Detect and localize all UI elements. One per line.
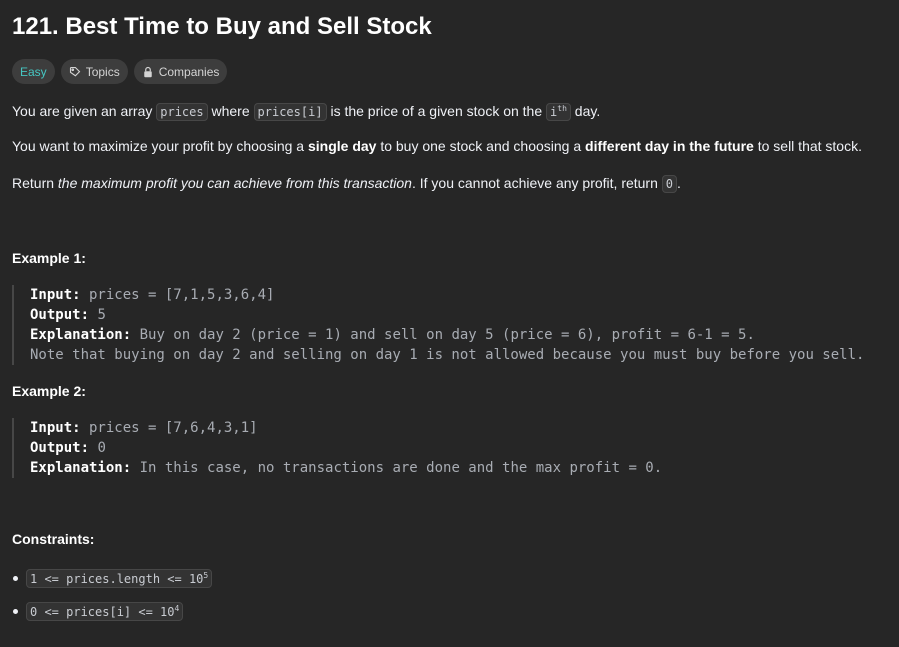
output-value: 5 <box>89 307 106 323</box>
explanation-value: In this case, no transactions are done a… <box>131 460 663 476</box>
explanation-label: Explanation: <box>30 460 132 476</box>
bullet-dot <box>13 608 18 614</box>
output-value: 0 <box>89 440 106 456</box>
difficulty-badge[interactable]: Easy <box>12 59 55 84</box>
explanation-label: Explanation: <box>30 327 132 343</box>
text: day. <box>570 103 601 119</box>
input-value: prices = [7,6,4,3,1] <box>80 420 258 436</box>
output-label: Output: <box>30 440 90 456</box>
italic-text: the maximum profit you can achieve from … <box>57 175 412 191</box>
text: is the price of a given stock on the <box>326 103 547 119</box>
constraints-list: 1 <= prices.length <= 105 0 <= prices[i]… <box>12 567 213 633</box>
bold-text: different day in the future <box>585 138 754 154</box>
companies-button[interactable]: Companies <box>133 59 228 84</box>
inline-code-prices-i: prices[i] <box>253 103 327 121</box>
constraint-code: 0 <= prices[i] <= 104 <box>26 601 184 621</box>
list-item: 0 <= prices[i] <= 104 <box>12 600 212 622</box>
constraint-code: 1 <= prices.length <= 105 <box>26 568 213 588</box>
input-label: Input: <box>30 420 81 436</box>
bullet-dot <box>13 575 18 581</box>
text: to buy one stock and choosing a <box>376 138 586 154</box>
companies-label: Companies <box>158 64 220 79</box>
example-1-block: Input: prices = [7,1,5,3,6,4] Output: 5 … <box>12 285 864 365</box>
example-2-title: Example 2: <box>12 383 86 399</box>
list-item: 1 <= prices.length <= 105 <box>12 567 213 589</box>
text: You are given an array <box>12 103 157 119</box>
explanation-value: Buy on day 2 (price = 1) and sell on day… <box>131 327 755 343</box>
topics-button[interactable]: Topics <box>60 59 128 84</box>
text: . If you cannot achieve any profit, retu… <box>411 175 662 191</box>
example-2-block: Input: prices = [7,6,4,3,1] Output: 0 Ex… <box>12 418 662 478</box>
description-paragraph-1: You are given an array prices where pric… <box>12 98 600 123</box>
text: where <box>207 103 254 119</box>
inline-code-ith: ith <box>546 103 571 121</box>
problem-description: 121. Best Time to Buy and Sell Stock Eas… <box>0 0 899 647</box>
tag-bar: Easy Topics Companies <box>12 59 228 84</box>
bold-text: single day <box>307 138 377 154</box>
description-paragraph-3: Return the maximum profit you can achiev… <box>12 172 681 195</box>
inline-code-zero: 0 <box>661 175 678 193</box>
input-value: prices = [7,1,5,3,6,4] <box>80 287 275 303</box>
problem-title: 121. Best Time to Buy and Sell Stock <box>12 13 432 40</box>
explanation-note: Note that buying on day 2 and selling on… <box>30 347 865 363</box>
constraints-title: Constraints: <box>12 531 95 547</box>
text: Return <box>12 175 58 191</box>
output-label: Output: <box>30 307 90 323</box>
text: You want to maximize your profit by choo… <box>12 138 308 154</box>
inline-code-prices: prices <box>156 103 208 121</box>
example-1-title: Example 1: <box>12 250 86 266</box>
lock-icon <box>143 66 152 77</box>
description-paragraph-2: You want to maximize your profit by choo… <box>12 135 862 157</box>
topics-label: Topics <box>85 64 120 79</box>
text: to sell that stock. <box>753 138 862 154</box>
input-label: Input: <box>30 287 81 303</box>
text: . <box>677 175 681 191</box>
tag-icon <box>69 66 80 76</box>
